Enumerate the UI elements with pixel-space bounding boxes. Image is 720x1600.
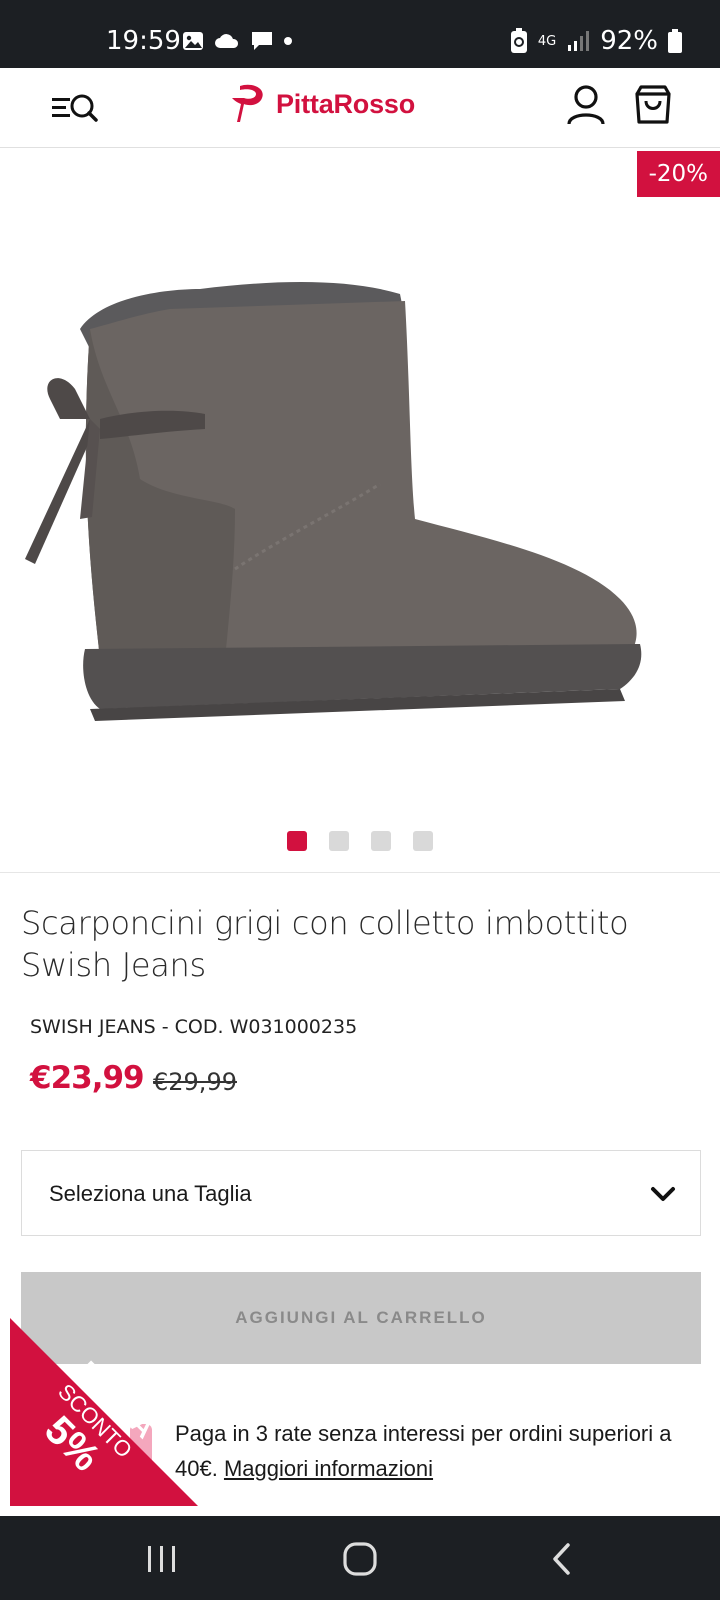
product-title: Scarponcini grigi con colletto imbottito… [21,904,629,984]
status-right: 4G 92% [510,26,682,56]
battery-icon [668,29,682,53]
brand-code: SWISH JEANS - COD. W031000235 [30,1016,358,1038]
installments-link[interactable]: Maggiori informazioni [224,1456,433,1481]
signal-icon [568,31,590,51]
carousel-dot-4[interactable] [413,831,433,851]
product-image-boot[interactable] [20,269,660,749]
gallery-icon [183,32,203,50]
brand-logo[interactable]: PittaRosso [230,82,415,126]
status-notification-icons [182,30,292,52]
battery-saver-icon [510,28,527,53]
shopping-bag-icon[interactable] [633,84,673,126]
original-price: €29,99 [153,1068,237,1096]
carousel-dot-2[interactable] [329,831,349,851]
cloud-icon [215,34,239,48]
system-navigation-bar [0,1516,720,1600]
extra-discount-ribbon[interactable]: EXTRA SCONTO 5% [10,1318,198,1506]
discount-badge: -20% [636,151,720,197]
back-icon[interactable] [544,1542,584,1576]
product-image-carousel[interactable]: -20% [0,149,720,871]
more-notifications-dot [284,37,292,45]
carousel-dot-1[interactable] [287,831,307,851]
battery-percent: 92% [600,26,658,56]
pittarosso-logo-icon [232,84,263,122]
status-bar: 19:59 4G 92% [0,0,720,68]
user-icon[interactable] [566,84,606,126]
carousel-dot-3[interactable] [371,831,391,851]
home-icon[interactable] [340,1542,380,1576]
network-type: 4G [537,33,557,49]
status-time: 19:59 [106,26,181,56]
size-select[interactable]: Seleziona una Taglia [21,1150,701,1236]
logo-text: PittaRosso [276,88,416,119]
chevron-down-icon [651,1187,675,1201]
menu-search-icon[interactable] [50,88,100,128]
size-select-label: Seleziona una Taglia [49,1181,252,1206]
section-divider [0,872,720,873]
recent-apps-icon[interactable] [142,1542,182,1576]
carousel-pagination [0,831,720,851]
installments-info: Paga in 3 rate senza interessi per ordin… [175,1416,695,1486]
site-header: PittaRosso [0,68,720,148]
current-price: €23,99 [30,1060,145,1096]
chat-icon [252,32,272,50]
